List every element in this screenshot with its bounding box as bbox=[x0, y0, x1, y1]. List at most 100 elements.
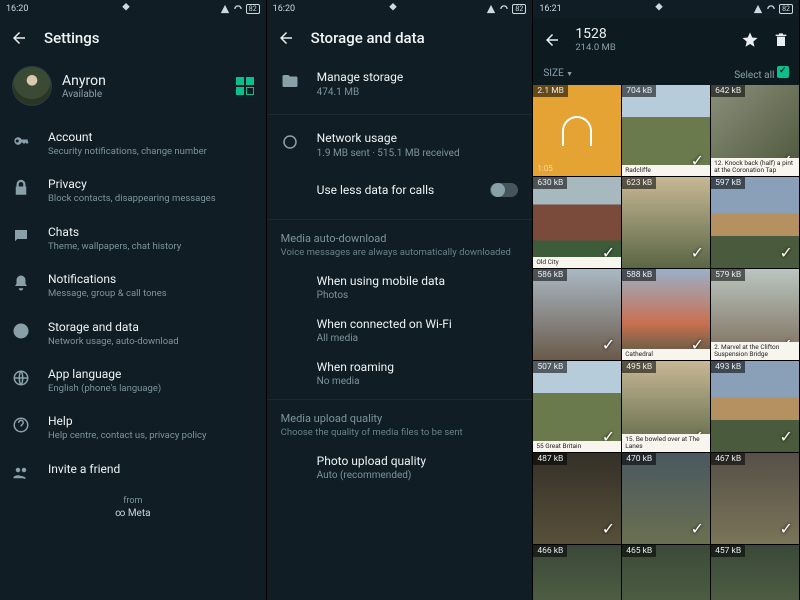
less-data-toggle[interactable] bbox=[490, 183, 518, 197]
tile-size: 470 kB bbox=[622, 453, 656, 465]
selection-header: 1528 214.0 MB bbox=[533, 18, 799, 62]
storage-header: Storage and data bbox=[267, 18, 533, 58]
profile-row[interactable]: Anyron Available bbox=[0, 58, 266, 120]
tile-caption: Old City bbox=[533, 257, 621, 268]
tile-size: 597 kB bbox=[711, 177, 745, 189]
tile-size: 466 kB bbox=[533, 545, 567, 557]
tile-size: 630 kB bbox=[533, 177, 567, 189]
tile-size: 495 kB bbox=[622, 361, 656, 373]
settings-item-account[interactable]: AccountSecurity notifications, change nu… bbox=[0, 120, 266, 167]
media-tile[interactable]: 588 kB✓Cathedral bbox=[622, 269, 710, 360]
tile-size: 623 kB bbox=[622, 177, 656, 189]
settings-item-chats[interactable]: ChatsTheme, wallpapers, chat history bbox=[0, 215, 266, 262]
lock-icon bbox=[12, 179, 30, 197]
status-time: 16:20 bbox=[6, 4, 28, 14]
media-tile[interactable]: 495 kB✓15. Be bowled over at The Lanes bbox=[622, 361, 710, 452]
sort-label[interactable]: SIZE ▼ bbox=[543, 68, 573, 79]
settings-header: Settings bbox=[0, 18, 266, 58]
media-tile[interactable]: 586 kB ✓ bbox=[533, 269, 621, 360]
select-all-checkbox[interactable] bbox=[777, 66, 789, 78]
tile-size: 507 kB bbox=[533, 361, 567, 373]
media-tile[interactable]: 630 kB✓Old City bbox=[533, 177, 621, 268]
settings-item-storage-and-data[interactable]: Storage and dataNetwork usage, auto-down… bbox=[0, 310, 266, 357]
selection-size: 214.0 MB bbox=[575, 42, 615, 53]
settings-item-help[interactable]: HelpHelp centre, contact us, privacy pol… bbox=[0, 404, 266, 451]
profile-name: Anyron bbox=[62, 73, 106, 89]
tile-size: 588 kB bbox=[622, 269, 656, 281]
tile-size: 465 kB bbox=[622, 545, 656, 557]
tile-size: 586 kB bbox=[533, 269, 567, 281]
settings-item-invite-a-friend[interactable]: Invite a friend bbox=[0, 452, 266, 492]
auto-download-item[interactable]: When connected on Wi-FiAll media bbox=[267, 309, 533, 352]
media-tile[interactable]: 467 kB ✓ bbox=[711, 453, 799, 544]
key-icon bbox=[12, 132, 30, 150]
check-icon: ✓ bbox=[602, 335, 615, 354]
back-icon[interactable] bbox=[543, 31, 561, 49]
delete-icon[interactable] bbox=[773, 31, 789, 49]
avatar bbox=[12, 66, 52, 106]
media-tile[interactable]: 642 kB✓12. Knock back (half) a pint at t… bbox=[711, 85, 799, 176]
star-icon[interactable] bbox=[741, 31, 759, 49]
tile-caption: Cathedral bbox=[622, 349, 710, 360]
check-icon: ✓ bbox=[780, 519, 793, 538]
status-time: 16:21 bbox=[539, 4, 561, 14]
group-icon bbox=[12, 464, 30, 482]
settings-item-privacy[interactable]: PrivacyBlock contacts, disappearing mess… bbox=[0, 167, 266, 214]
media-tile[interactable]: 493 kB✓ bbox=[711, 361, 799, 452]
media-tile[interactable]: 457 kB✓ bbox=[711, 545, 799, 600]
auto-download-header: Media auto-download bbox=[267, 224, 533, 247]
media-tile[interactable]: 466 kB✓ bbox=[533, 545, 621, 600]
settings-item-notifications[interactable]: NotificationsMessage, group & call tones bbox=[0, 262, 266, 309]
network-usage[interactable]: Network usage 1.9 MB sent · 515.1 MB rec… bbox=[267, 119, 533, 171]
select-all[interactable]: Select all bbox=[734, 66, 789, 81]
profile-status: Available bbox=[62, 89, 106, 100]
media-tile[interactable]: 2.1 MB1:05 bbox=[533, 85, 621, 176]
tile-size: 467 kB bbox=[711, 453, 745, 465]
check-icon: ✓ bbox=[780, 243, 793, 262]
status-bar: 16:20 82 bbox=[0, 0, 266, 18]
upload-quality-header: Media upload quality bbox=[267, 404, 533, 427]
back-icon[interactable] bbox=[10, 29, 28, 47]
bell-icon bbox=[12, 274, 30, 292]
photo-upload-quality[interactable]: Photo upload quality Auto (recommended) bbox=[267, 446, 533, 489]
media-tile[interactable]: 597 kB ✓ bbox=[711, 177, 799, 268]
media-tile[interactable]: 470 kB ✓ bbox=[622, 453, 710, 544]
manage-storage[interactable]: Manage storage 474.1 MB bbox=[267, 58, 533, 110]
page-title: Storage and data bbox=[311, 29, 425, 47]
media-tile[interactable]: 465 kB✓ bbox=[622, 545, 710, 600]
check-icon: ✓ bbox=[691, 519, 704, 538]
status-time: 16:20 bbox=[273, 4, 295, 14]
qr-icon[interactable] bbox=[236, 77, 254, 95]
status-bar: 16:20 82 bbox=[267, 0, 533, 18]
tile-size: 493 kB bbox=[711, 361, 745, 373]
settings-item-app-language[interactable]: App languageEnglish (phone's language) bbox=[0, 357, 266, 404]
tile-caption: Radcliffe bbox=[622, 165, 710, 176]
media-tile[interactable]: 487 kB✓ bbox=[533, 453, 621, 544]
media-grid: 2.1 MB1:05704 kB✓Radcliffe642 kB✓12. Kno… bbox=[533, 85, 799, 600]
settings-screen: 16:20 82 Settings Anyron Available Accou… bbox=[0, 0, 267, 600]
media-tile[interactable]: 704 kB✓Radcliffe bbox=[622, 85, 710, 176]
media-tile[interactable]: 507 kB✓55 Great Britain bbox=[533, 361, 621, 452]
tile-size: 579 kB bbox=[711, 269, 745, 281]
data-usage-icon bbox=[281, 133, 299, 151]
media-tile[interactable]: 623 kB ✓ bbox=[622, 177, 710, 268]
tile-size: 704 kB bbox=[622, 85, 656, 97]
tile-caption: 15. Be bowled over at The Lanes bbox=[622, 434, 710, 452]
tile-caption: 2. Marvel at the Clifton Suspension Brid… bbox=[711, 342, 799, 360]
tile-size: 457 kB bbox=[711, 545, 745, 557]
tile-size: 642 kB bbox=[711, 85, 745, 97]
selection-count: 1528 bbox=[575, 27, 615, 42]
check-icon: ✓ bbox=[691, 243, 704, 262]
sort-bar: SIZE ▼ Select all bbox=[533, 62, 799, 85]
auto-download-item[interactable]: When using mobile dataPhotos bbox=[267, 266, 533, 309]
back-icon[interactable] bbox=[277, 29, 295, 47]
tile-size: 487 kB bbox=[533, 453, 567, 465]
chat-icon bbox=[12, 227, 30, 245]
tile-size: 2.1 MB bbox=[533, 85, 568, 97]
folder-icon bbox=[281, 72, 299, 90]
less-data-row[interactable]: Use less data for calls bbox=[267, 171, 533, 215]
auto-download-item[interactable]: When roamingNo media bbox=[267, 352, 533, 395]
media-tile[interactable]: 579 kB✓2. Marvel at the Clifton Suspensi… bbox=[711, 269, 799, 360]
tile-caption: 12. Knock back (half) a pint at the Coro… bbox=[711, 158, 799, 176]
page-title: Settings bbox=[44, 29, 100, 47]
